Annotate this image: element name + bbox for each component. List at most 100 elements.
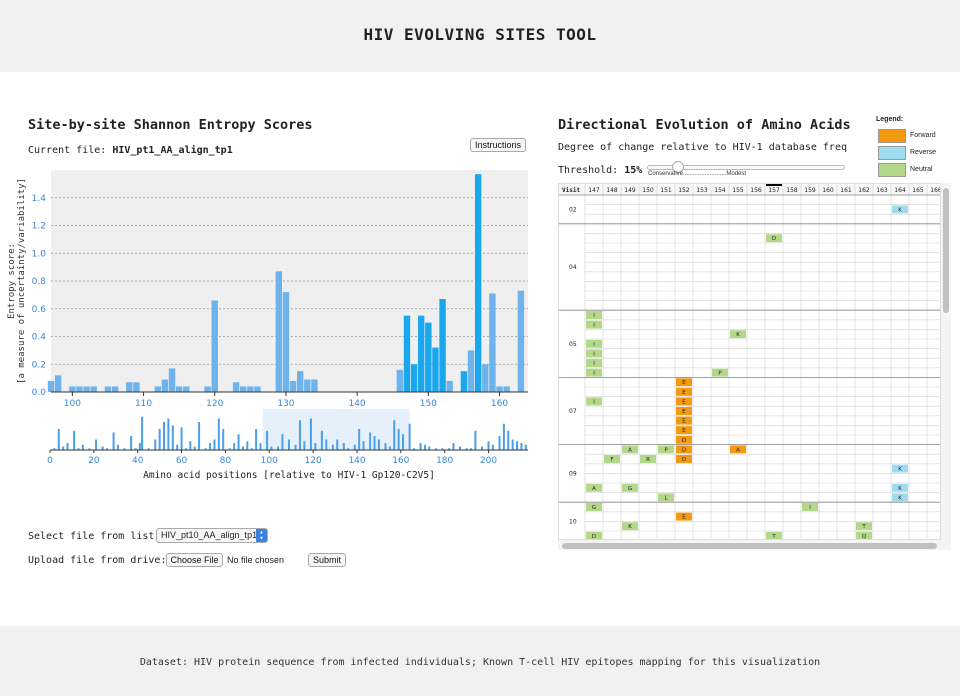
grid-col-header: 161: [840, 187, 852, 194]
grid-col-header: 157: [768, 187, 780, 194]
entropy-bar: [467, 350, 475, 392]
grid-col-header: 152: [678, 187, 690, 194]
entropy-bar: [154, 386, 161, 392]
grid-visit-label: 05: [569, 341, 577, 348]
grid-col-header: 147: [588, 187, 600, 194]
choose-file-button[interactable]: Choose File: [166, 553, 223, 567]
overview-bar: [336, 439, 339, 450]
overview-bar: [213, 439, 216, 450]
overview-bar: [255, 429, 258, 450]
entropy-bar: [104, 386, 112, 392]
overview-bar: [397, 429, 400, 450]
overview-bar: [130, 436, 133, 450]
grid-cell-letter: E: [682, 409, 686, 415]
overview-bar: [331, 444, 334, 450]
app-title: HIV EVOLVING SITES TOOL: [363, 25, 597, 44]
entropy-bar: [460, 371, 468, 392]
overview-brush-chart[interactable]: 0 20 40 60 80 100 120 140 160 180 200: [0, 405, 540, 465]
y-axis-label-2: [a measure of uncertainty/variability]: [17, 178, 27, 384]
grid-cell-letter: F: [610, 457, 613, 463]
overview-bar: [491, 444, 494, 450]
grid-cell-letter: T: [771, 534, 776, 540]
overview-bar: [507, 430, 510, 450]
grid-visit-header: Visit: [562, 187, 580, 194]
overview-tick-label: 180: [436, 456, 453, 465]
overview-bar: [362, 441, 365, 450]
y-tick-label: 1.2: [32, 222, 46, 232]
directional-evolution-title: Directional Evolution of Amino Acids: [558, 117, 851, 133]
y-tick-label: 1.0: [32, 249, 47, 259]
overview-bar: [309, 418, 312, 450]
overview-bar: [298, 420, 301, 450]
overview-bar: [524, 444, 527, 450]
overview-bar: [423, 444, 426, 450]
overview-bar: [277, 446, 280, 450]
overview-bar: [480, 446, 483, 450]
grid-horizontal-scroll-thumb[interactable]: [562, 543, 937, 549]
entropy-bar: [133, 382, 140, 392]
file-select[interactable]: HIV_pt10_AA_align_tp1 ▴ ▾: [156, 528, 268, 543]
submit-button[interactable]: Submit: [308, 553, 346, 567]
current-file-name: HIV_pt1_AA_align_tp1: [112, 145, 233, 156]
overview-bar: [246, 441, 249, 450]
no-file-chosen-text: No file chosen: [227, 555, 285, 565]
overview-bar: [358, 429, 361, 450]
overview-bar: [62, 446, 65, 450]
entropy-bar: [254, 386, 261, 392]
overview-bar: [237, 434, 240, 450]
entropy-bar: [247, 386, 254, 392]
y-tick-label: 0.2: [32, 360, 46, 370]
grid-vertical-scroll-thumb[interactable]: [943, 188, 949, 313]
brush-selection: [262, 409, 410, 450]
threshold-label: Threshold: 15%: [558, 165, 642, 176]
overview-bar: [502, 423, 505, 450]
legend-neutral-swatch: [878, 163, 906, 177]
overview-bar: [209, 443, 212, 450]
overview-bar: [516, 441, 519, 450]
page-footer: Dataset: HIV protein sequence from infec…: [0, 626, 960, 696]
grid-visit-label: 07: [569, 408, 577, 415]
overview-bar: [428, 446, 431, 450]
y-tick-label: 0.4: [32, 333, 47, 343]
grid-cell-letter: E: [682, 428, 686, 434]
instructions-button[interactable]: Instructions: [470, 138, 526, 152]
grid-cell-letter: A: [736, 447, 740, 453]
entropy-bar: [432, 347, 439, 392]
overview-tick-label: 200: [480, 456, 497, 465]
grid-col-header: 158: [786, 187, 798, 194]
grid-cell-letter: E: [682, 419, 686, 425]
grid-cell-letter: E: [682, 515, 686, 521]
y-tick-label: 0.0: [32, 388, 47, 398]
evolution-grid-svg: Visit 147 148 149 150 151 152 153 154 155 156 157 15…: [559, 184, 940, 540]
overview-bar: [474, 430, 477, 450]
directional-subtitle: Degree of change relative to HIV-1 datab…: [558, 142, 847, 153]
grid-visit-label: 02: [569, 206, 577, 213]
evolution-grid[interactable]: Visit 147 148 149 150 151 152 153 154 155 156 157 15…: [558, 183, 941, 540]
overview-bar: [198, 422, 201, 450]
overview-bar: [57, 429, 60, 450]
entropy-bar: [54, 375, 62, 392]
overview-bar: [66, 443, 69, 450]
overview-bar: [303, 441, 306, 450]
grid-col-header: 156: [750, 187, 762, 194]
grid-col-header: 164: [894, 187, 906, 194]
entropy-bar: [240, 386, 247, 392]
overview-bar: [342, 443, 345, 450]
entropy-bar: [311, 379, 318, 392]
overview-bar: [189, 441, 192, 450]
grid-cell-letter: G: [592, 505, 596, 511]
legend-neutral-label: Neutral: [910, 166, 933, 173]
entropy-bar: [296, 371, 304, 392]
entropy-bar: [482, 364, 489, 392]
grid-cell-letter: K: [898, 207, 902, 213]
overview-bar: [222, 429, 225, 450]
overview-tick-label: 160: [392, 456, 409, 465]
overview-bar: [384, 443, 387, 450]
overview-bar: [419, 443, 422, 450]
overview-tick-label: 0: [47, 456, 53, 465]
entropy-bar: [396, 369, 404, 392]
entropy-bar: [517, 290, 525, 392]
overview-tick-label: 80: [220, 456, 232, 465]
grid-cell-letter: A: [628, 447, 632, 453]
grid-cell-letter: E: [682, 390, 686, 396]
